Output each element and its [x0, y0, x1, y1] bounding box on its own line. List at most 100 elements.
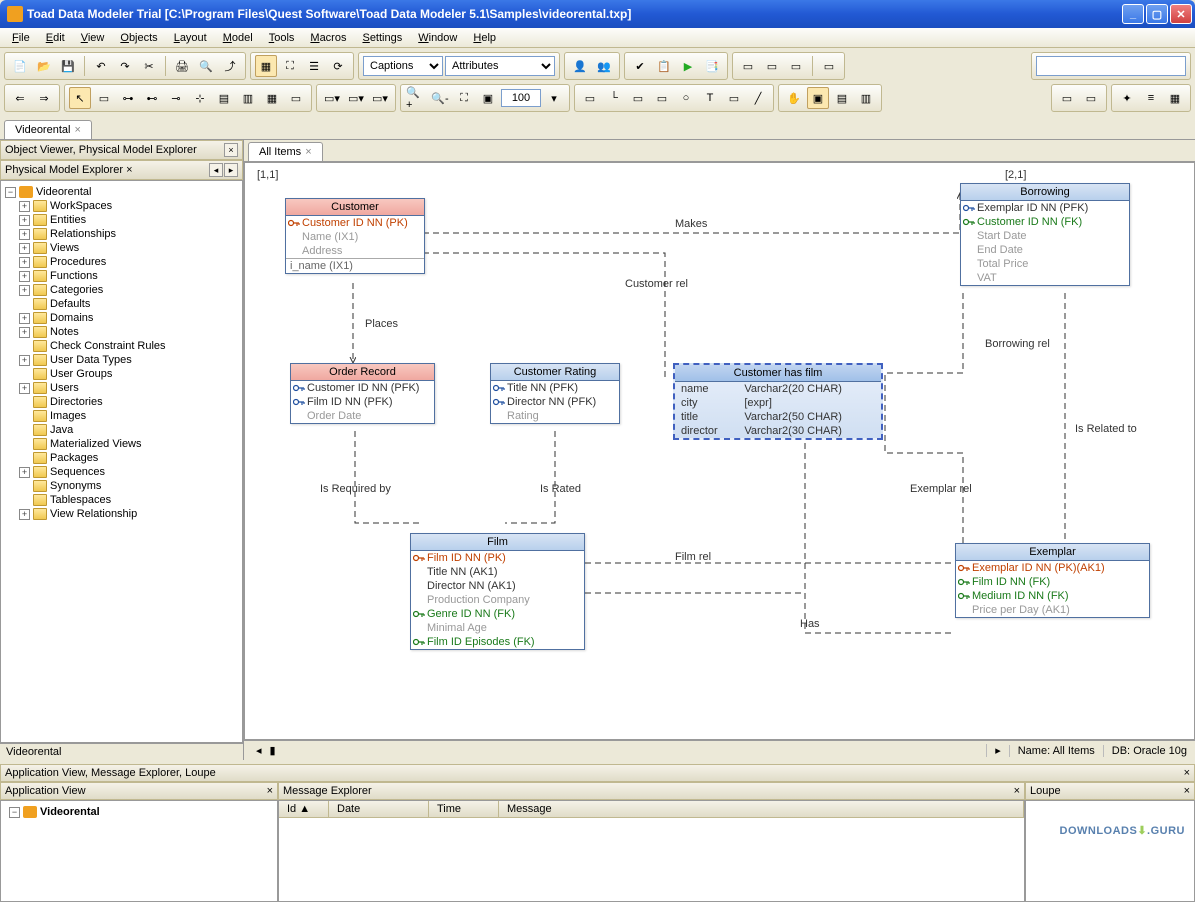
export-icon[interactable]: ⤴: [219, 55, 241, 77]
cut-icon[interactable]: ✂: [138, 55, 160, 77]
preview-icon[interactable]: 🔍: [195, 55, 217, 77]
menu-model[interactable]: Model: [215, 30, 261, 46]
tree-item-user-data-types[interactable]: +User Data Types: [1, 353, 242, 367]
msg-col-id[interactable]: Id ▲: [279, 801, 329, 817]
tree-item-synonyms[interactable]: Synonyms: [1, 479, 242, 493]
menu-objects[interactable]: Objects: [112, 30, 165, 46]
layout2-icon[interactable]: ▭▾: [345, 87, 367, 109]
tree-item-procedures[interactable]: +Procedures: [1, 255, 242, 269]
tree-item-images[interactable]: Images: [1, 409, 242, 423]
entity-borrowing[interactable]: BorrowingExemplar ID NN (PFK)Customer ID…: [960, 183, 1130, 286]
captions-combo[interactable]: Captions: [363, 56, 443, 76]
arrow-icon[interactable]: ↖: [69, 87, 91, 109]
menu-macros[interactable]: Macros: [302, 30, 354, 46]
entity-exemplar[interactable]: ExemplarExemplar ID NN (PK)(AK1)Film ID …: [955, 543, 1150, 618]
redo-icon[interactable]: ↷: [114, 55, 136, 77]
tree-item-packages[interactable]: Packages: [1, 451, 242, 465]
zoom-dd-icon[interactable]: ▾: [543, 87, 565, 109]
snap-icon[interactable]: ▭: [579, 87, 601, 109]
entity-order-record[interactable]: Order RecordCustomer ID NN (PFK)Film ID …: [290, 363, 435, 424]
diagram-canvas[interactable]: [1,1] [2,1]: [244, 162, 1195, 740]
doc-tab-videorental[interactable]: Videorental ×: [4, 120, 92, 139]
attributes-combo[interactable]: Attributes: [445, 56, 555, 76]
loupe-close-icon[interactable]: ×: [1184, 785, 1190, 797]
rel2-icon[interactable]: ⊷: [141, 87, 163, 109]
tree-item-functions[interactable]: +Functions: [1, 269, 242, 283]
menu-tools[interactable]: Tools: [261, 30, 303, 46]
rel3-icon[interactable]: ⊸: [165, 87, 187, 109]
entity-customer[interactable]: CustomerCustomer ID NN (PK)Name (IX1)Add…: [285, 198, 425, 274]
msg-close-icon[interactable]: ×: [1014, 785, 1020, 797]
rel4-icon[interactable]: ⊹: [189, 87, 211, 109]
align1-icon[interactable]: ▭: [737, 55, 759, 77]
ex1-icon[interactable]: ▭: [1056, 87, 1078, 109]
tree-item-materialized-views[interactable]: Materialized Views: [1, 437, 242, 451]
ex5-icon[interactable]: ▦: [1164, 87, 1186, 109]
users-icon[interactable]: 👥: [593, 55, 615, 77]
rel1-icon[interactable]: ⊶: [117, 87, 139, 109]
open-icon[interactable]: 📂: [33, 55, 55, 77]
layers-icon[interactable]: ☰: [303, 55, 325, 77]
user-icon[interactable]: 👤: [569, 55, 591, 77]
ortho-icon[interactable]: └: [603, 87, 625, 109]
tree-item-check-constraint-rules[interactable]: Check Constraint Rules: [1, 339, 242, 353]
ungrp-icon[interactable]: ▭: [651, 87, 673, 109]
layout3-icon[interactable]: ▭▾: [369, 87, 391, 109]
back-icon[interactable]: ⇐: [9, 87, 31, 109]
nav2-icon[interactable]: ▥: [855, 87, 877, 109]
zoomfit-icon[interactable]: ⛶: [453, 87, 475, 109]
tree-item-sequences[interactable]: +Sequences: [1, 465, 242, 479]
tree-item-user-groups[interactable]: User Groups: [1, 367, 242, 381]
new-icon[interactable]: 📄: [9, 55, 31, 77]
tree-item-users[interactable]: +Users: [1, 381, 242, 395]
menu-window[interactable]: Window: [410, 30, 465, 46]
save-icon[interactable]: 💾: [57, 55, 79, 77]
rect-icon[interactable]: ▭: [723, 87, 745, 109]
tree-item-entities[interactable]: +Entities: [1, 213, 242, 227]
script-icon[interactable]: 📋: [653, 55, 675, 77]
view-icon[interactable]: ▥: [237, 87, 259, 109]
line-icon[interactable]: ╱: [747, 87, 769, 109]
model-icon[interactable]: ⛶: [279, 55, 301, 77]
tree-item-tablespaces[interactable]: Tablespaces: [1, 493, 242, 507]
view-customer-has-film[interactable]: Customer has filmnameVarchar2(20 CHAR)ci…: [673, 363, 883, 440]
pan-icon[interactable]: ✋: [783, 87, 805, 109]
align3-icon[interactable]: ▭: [785, 55, 807, 77]
close-canvas-tab-icon[interactable]: ×: [305, 146, 311, 158]
menu-settings[interactable]: Settings: [354, 30, 410, 46]
close-tab-icon[interactable]: ×: [74, 124, 80, 136]
play-icon[interactable]: ▶: [677, 55, 699, 77]
zoomin-icon[interactable]: 🔍+: [405, 87, 427, 109]
ex3-icon[interactable]: ✦: [1116, 87, 1138, 109]
scroll-right-icon[interactable]: ▸: [995, 745, 1001, 757]
tree-item-notes[interactable]: +Notes: [1, 325, 242, 339]
menu-help[interactable]: Help: [465, 30, 504, 46]
note-icon[interactable]: ▤: [213, 87, 235, 109]
nav-right-icon[interactable]: ▸: [224, 163, 238, 177]
align4-icon[interactable]: ▭: [818, 55, 840, 77]
tree-root[interactable]: −Videorental: [1, 185, 242, 199]
tree-item-java[interactable]: Java: [1, 423, 242, 437]
tree-item-directories[interactable]: Directories: [1, 395, 242, 409]
bottom-close-icon[interactable]: ×: [1184, 767, 1190, 779]
report-icon[interactable]: 📑: [701, 55, 723, 77]
close-explorer-icon[interactable]: ×: [126, 164, 132, 176]
model-tree[interactable]: −Videorental+WorkSpaces+Entities+Relatio…: [0, 180, 243, 743]
layout1-icon[interactable]: ▭▾: [321, 87, 343, 109]
text-icon[interactable]: T: [699, 87, 721, 109]
msg-col-message[interactable]: Message: [499, 801, 1024, 817]
menu-edit[interactable]: Edit: [38, 30, 73, 46]
ex2-icon[interactable]: ▭: [1080, 87, 1102, 109]
tree-item-workspaces[interactable]: +WorkSpaces: [1, 199, 242, 213]
menu-view[interactable]: View: [73, 30, 113, 46]
grp-icon[interactable]: ▭: [627, 87, 649, 109]
align2-icon[interactable]: ▭: [761, 55, 783, 77]
ex4-icon[interactable]: ≡: [1140, 87, 1162, 109]
circle-icon[interactable]: ○: [675, 87, 697, 109]
canvas-tab-allitems[interactable]: All Items ×: [248, 142, 323, 161]
select-icon[interactable]: ▣: [807, 87, 829, 109]
zoomout-icon[interactable]: 🔍-: [429, 87, 451, 109]
appview-close-icon[interactable]: ×: [267, 785, 273, 797]
menu-file[interactable]: File: [4, 30, 38, 46]
print-icon[interactable]: 🖨: [171, 55, 193, 77]
